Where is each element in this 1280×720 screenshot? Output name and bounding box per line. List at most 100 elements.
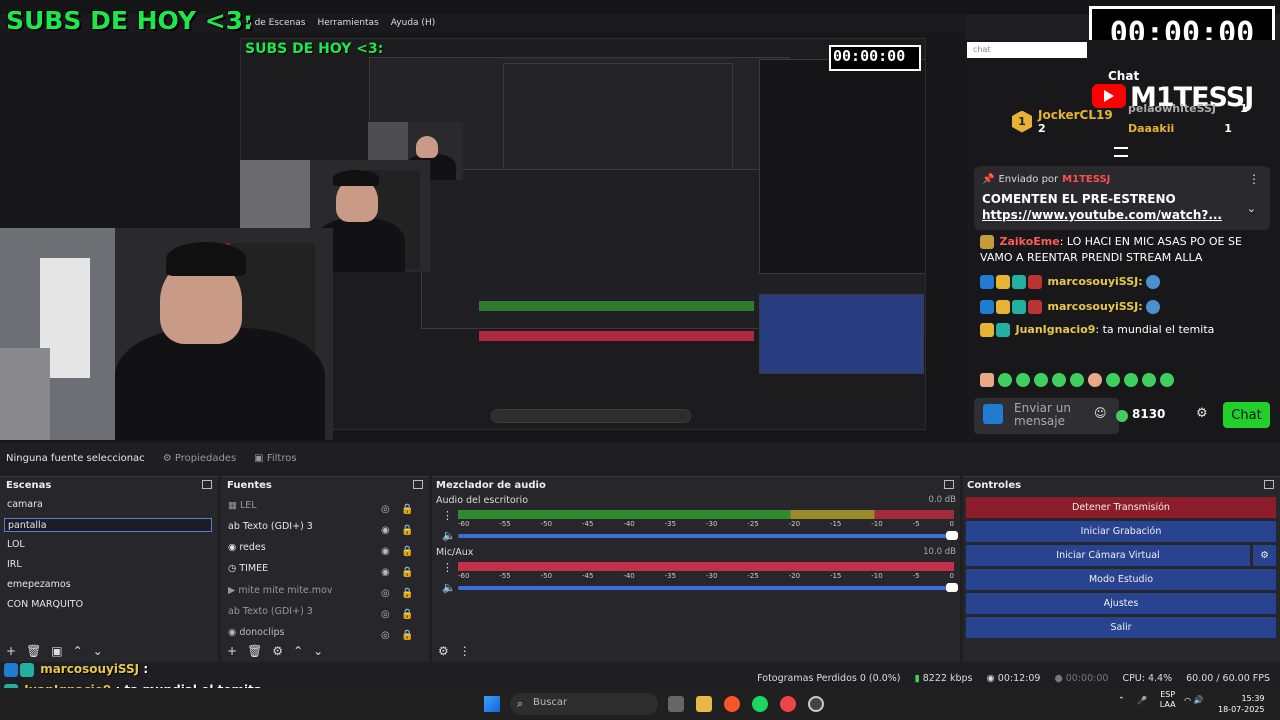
gear-icon[interactable]: ⚙ [1196, 406, 1208, 421]
undock-icon[interactable] [413, 480, 423, 489]
arrow-up-icon[interactable]: ⌃ [293, 644, 303, 658]
eye-icon[interactable]: ◉ [381, 520, 390, 541]
scene-item[interactable]: IRL [4, 558, 22, 572]
sources-dock: Fuentes ▦ LEL ab Texto (GDI+) 3 ◉ redes … [221, 476, 429, 662]
eye-icon[interactable]: ◎ [381, 583, 390, 604]
app-icon[interactable] [780, 696, 796, 712]
start-recording-button[interactable]: Iniciar Grabación [966, 521, 1276, 542]
source-label: LEL [240, 500, 257, 511]
source-item[interactable]: ▦ LEL [225, 499, 257, 513]
source-item[interactable]: ▶ mite mite mite.mov [225, 584, 332, 598]
add-icon[interactable]: + [227, 644, 237, 658]
menu-item-scenes[interactable]: n de Escenas [246, 18, 305, 28]
badge-icon [980, 275, 994, 289]
sources-title: Fuentes [227, 480, 272, 491]
gear-icon[interactable]: ⚙ [272, 644, 283, 658]
more-icon[interactable]: ⋮ [442, 509, 453, 522]
emote-icon [1106, 373, 1120, 387]
gear-icon[interactable]: ⚙ [438, 644, 449, 658]
chat-user[interactable]: ZaikoEme [1000, 235, 1060, 248]
tick-label: -50 [540, 520, 553, 528]
speaker-icon[interactable]: 🔈 [442, 581, 456, 594]
leaderboard-name: pelaowhiteSSJ [1128, 102, 1217, 115]
lock-icon[interactable]: 🔒 [401, 520, 413, 541]
chat-user[interactable]: marcosouyiSSJ: [1048, 275, 1143, 288]
system-tray: ⌃ 🎤 ESP LAA ◠ 🔊 [1118, 690, 1204, 710]
properties-button[interactable]: ⚙ Propiedades [163, 453, 236, 464]
slider-handle[interactable] [946, 583, 958, 592]
emoji-icon[interactable]: ☺ [1094, 406, 1107, 420]
menu-item-help[interactable]: Ayuda (H) [391, 18, 435, 28]
chat-send-button[interactable]: Chat [1223, 402, 1270, 428]
speaker-icon[interactable]: 🔈 [442, 529, 456, 542]
mic-icon[interactable]: 🎤 [1137, 696, 1147, 705]
chevron-down-icon[interactable]: ⌄ [1247, 202, 1256, 215]
spotify-icon[interactable] [752, 696, 768, 712]
source-item[interactable]: ◉ donoclips [225, 626, 284, 640]
filters-button[interactable]: ▣ Filtros [254, 453, 296, 464]
undock-icon[interactable] [1264, 480, 1274, 489]
trash-icon[interactable]: 🗑 [247, 644, 262, 658]
chevron-up-icon[interactable]: ⌃ [1118, 696, 1125, 705]
lock-icon[interactable]: 🔒 [401, 499, 413, 520]
arrow-down-icon[interactable]: ⌄ [313, 644, 323, 658]
windows-start-icon[interactable] [484, 696, 500, 712]
scene-item[interactable]: camara [4, 498, 43, 512]
studio-mode-button[interactable]: Modo Estudio [966, 569, 1276, 590]
menu-lines-icon[interactable] [1114, 147, 1128, 157]
scene-item[interactable]: emepezamos [4, 578, 71, 592]
taskbar-search[interactable]: Buscar [510, 693, 658, 715]
exit-button[interactable]: Salir [966, 617, 1276, 638]
scene-item[interactable]: CON MARQUITO [4, 598, 83, 612]
lock-icon[interactable]: 🔒 [401, 541, 413, 562]
wifi-icon[interactable]: ◠ [1184, 696, 1191, 705]
chat-user[interactable]: JuanIgnacio9 [1016, 323, 1096, 336]
slider-handle[interactable] [946, 531, 958, 540]
volume-slider[interactable] [458, 583, 958, 592]
eye-icon[interactable]: ◎ [381, 499, 390, 520]
tick-label: -30 [705, 572, 718, 580]
scene-item[interactable]: LOL [4, 538, 25, 552]
clock[interactable]: 15:39 18-07-2025 [1218, 693, 1265, 715]
channel-points[interactable]: 8130 [1132, 407, 1165, 421]
task-view-icon[interactable] [668, 696, 684, 712]
more-icon[interactable]: ⋮ [1248, 172, 1260, 186]
source-item[interactable]: ◷ TIMEE [225, 562, 268, 576]
more-icon[interactable]: ⋮ [459, 644, 471, 658]
more-icon[interactable]: ⋮ [442, 561, 453, 574]
obs-icon[interactable] [808, 696, 824, 712]
source-item[interactable]: ab Texto (GDI+) 3 [225, 520, 313, 534]
chat-user[interactable]: marcosouyiSSJ: [1048, 300, 1143, 313]
tick-label: 0 [949, 572, 954, 580]
volume-icon[interactable]: 🔊 [1194, 696, 1204, 705]
eye-icon[interactable]: ◉ [381, 541, 390, 562]
undock-icon[interactable] [202, 480, 212, 489]
lock-icon[interactable]: 🔒 [401, 562, 413, 583]
menu-item-tools[interactable]: Herramientas [317, 18, 378, 28]
file-explorer-icon[interactable] [696, 696, 712, 712]
meter-scale: -60 -55 -50 -45 -40 -35 -30 -25 -20 -15 -10 -5 0 [458, 520, 954, 528]
brave-icon[interactable] [724, 696, 740, 712]
arrow-down-icon[interactable]: ⌄ [93, 644, 103, 658]
pinned-link[interactable]: https://www.youtube.com/watch?... [982, 207, 1262, 223]
source-item[interactable]: ◉ redes [225, 541, 266, 555]
scene-item-selected[interactable]: pantalla [4, 518, 212, 532]
start-virtual-camera-button[interactable]: Iniciar Cámara Virtual [966, 545, 1250, 566]
trash-icon[interactable]: 🗑 [26, 644, 41, 658]
lock-icon[interactable]: 🔒 [401, 583, 413, 604]
eye-icon[interactable]: ◎ [381, 604, 390, 625]
undock-icon[interactable] [944, 480, 954, 489]
arrow-up-icon[interactable]: ⌃ [73, 644, 83, 658]
filter-icon[interactable]: ▣ [51, 644, 62, 658]
lock-icon[interactable]: 🔒 [401, 604, 413, 625]
tick-label: -15 [829, 520, 842, 528]
add-icon[interactable]: + [6, 644, 16, 658]
source-item[interactable]: ab Texto (GDI+) 3 [225, 605, 313, 619]
virtual-camera-settings-button[interactable]: ⚙ [1253, 545, 1276, 566]
eye-icon[interactable]: ◉ [381, 562, 390, 583]
volume-slider[interactable] [458, 531, 958, 540]
chat-search-input[interactable]: chat [967, 42, 1087, 58]
language-indicator[interactable]: ESP LAA [1160, 690, 1176, 710]
settings-button[interactable]: Ajustes [966, 593, 1276, 614]
stop-streaming-button[interactable]: Detener Transmisión [966, 497, 1276, 518]
